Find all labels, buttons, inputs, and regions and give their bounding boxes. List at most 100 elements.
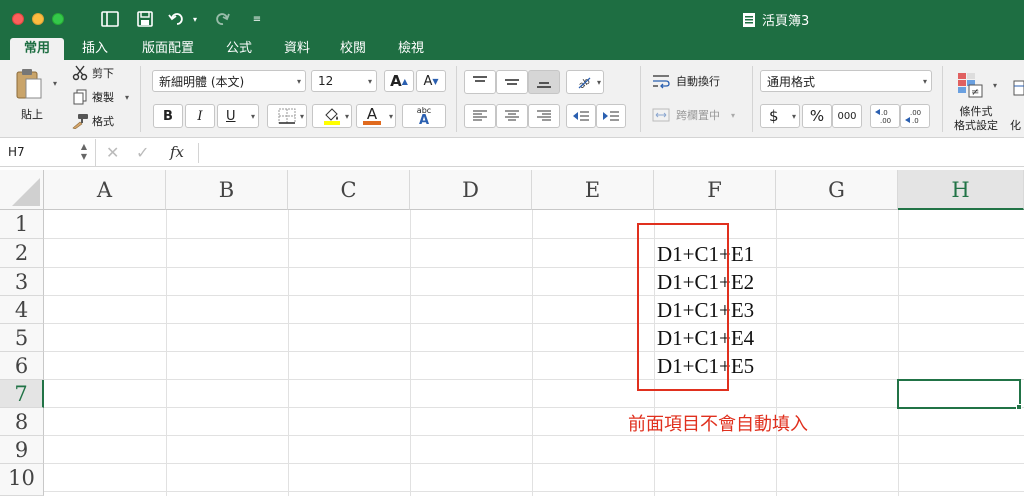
undo-dropdown-icon[interactable]: ▾ [190, 8, 200, 30]
conditional-format-icon[interactable]: ≠ [952, 68, 988, 102]
paste-label[interactable]: 貼上 [14, 106, 50, 122]
merge-center-dropdown-icon[interactable]: ▾ [728, 104, 738, 126]
undo-icon[interactable] [166, 8, 188, 30]
format-as-table-icon[interactable] [1012, 78, 1024, 98]
row-header-6[interactable]: 6 [0, 352, 44, 380]
name-box-stepper-icon[interactable]: ▲ ▼ [81, 142, 87, 162]
tab-data[interactable]: 資料 [274, 38, 320, 60]
tab-review[interactable]: 校閱 [330, 38, 376, 60]
conditional-format-label-line2[interactable]: 格式設定 [950, 118, 1002, 132]
font-name-select[interactable]: 新細明體 (本文) ▾ [152, 70, 306, 92]
window-title-text: 活頁簿3 [762, 14, 810, 29]
minimize-window-button[interactable] [32, 13, 44, 25]
fill-color-dropdown-icon: ▾ [344, 111, 349, 121]
scissors-icon[interactable] [70, 64, 90, 82]
tab-home[interactable]: 常用 [10, 38, 64, 60]
phonetic-button[interactable]: abc A [402, 104, 446, 128]
number-format-select[interactable]: 通用格式 ▾ [760, 70, 932, 92]
percent-button[interactable]: % [802, 104, 832, 128]
currency-button[interactable]: $ ▾ [760, 104, 800, 128]
italic-button[interactable]: I [185, 104, 215, 128]
merge-center-label[interactable]: 跨欄置中 [676, 104, 728, 126]
row-header-7[interactable]: 7 [0, 380, 44, 408]
font-size-dropdown-icon: ▾ [367, 76, 372, 86]
increase-decimal-button[interactable]: .0.00 [870, 104, 900, 128]
borders-button[interactable]: ▾ [267, 104, 307, 128]
align-center-button[interactable] [496, 104, 528, 128]
selected-cell-h7[interactable] [897, 379, 1021, 409]
row-header-3[interactable]: 3 [0, 268, 44, 296]
shrink-font-button[interactable]: A ▼ [416, 70, 446, 92]
copy-dropdown-icon[interactable]: ▾ [122, 88, 132, 106]
font-color-button[interactable]: A ▾ [356, 104, 396, 128]
column-header-d[interactable]: D [410, 170, 532, 210]
column-header-h[interactable]: H [898, 170, 1024, 210]
column-header-g[interactable]: G [776, 170, 898, 210]
redo-icon[interactable] [212, 8, 234, 30]
gridline [288, 210, 289, 496]
column-header-b[interactable]: B [166, 170, 288, 210]
comma-style-button[interactable]: 000 [832, 104, 862, 128]
format-painter-label[interactable]: 格式 [92, 112, 122, 130]
row-header-5[interactable]: 5 [0, 324, 44, 352]
column-header-c[interactable]: C [288, 170, 410, 210]
cut-label[interactable]: 剪下 [92, 64, 122, 82]
fill-handle[interactable] [1016, 404, 1022, 410]
merge-center-icon[interactable] [650, 104, 672, 126]
row-header-1[interactable]: 1 [0, 210, 44, 239]
increase-indent-button[interactable] [596, 104, 626, 128]
paste-dropdown-icon[interactable]: ▾ [50, 78, 60, 88]
copy-label[interactable]: 複製 [92, 88, 122, 106]
row-header-8[interactable]: 8 [0, 408, 44, 436]
close-window-button[interactable] [12, 13, 24, 25]
column-header-a[interactable]: A [44, 170, 166, 210]
save-icon[interactable] [133, 8, 157, 30]
copy-icon[interactable] [70, 88, 90, 106]
orientation-button[interactable]: ab ▾ [566, 70, 604, 94]
zoom-window-button[interactable] [52, 13, 64, 25]
align-top-button[interactable] [464, 70, 496, 94]
align-left-button[interactable] [464, 104, 496, 128]
format-painter-icon[interactable] [70, 112, 90, 130]
divider [456, 66, 457, 132]
tab-view[interactable]: 檢視 [388, 38, 434, 60]
row-header-9[interactable]: 9 [0, 436, 44, 464]
conditional-format-dropdown-icon[interactable]: ▾ [990, 80, 1000, 90]
column-header-e[interactable]: E [532, 170, 654, 210]
sidebar-toggle-icon[interactable] [98, 8, 122, 30]
paint-bucket-icon [324, 108, 340, 125]
row-header-2[interactable]: 2 [0, 239, 44, 268]
ribbon: ▾ 貼上 剪下 複製 ▾ 格式 新細明體 (本文) ▾ 12 ▾ A ▲ A ▼ B… [0, 60, 1024, 138]
insert-function-icon[interactable]: fx [170, 143, 184, 161]
row-header-4[interactable]: 4 [0, 296, 44, 324]
grow-font-button[interactable]: A ▲ [384, 70, 414, 92]
format-as-table-label[interactable]: 化 [1010, 118, 1024, 132]
tab-formulas[interactable]: 公式 [216, 38, 262, 60]
wrap-text-label[interactable]: 自動換行 [676, 70, 736, 92]
select-all-corner[interactable] [0, 170, 44, 210]
worksheet-grid[interactable]: A B C D E F G H 1 2 3 4 5 6 7 8 9 10 D1+… [0, 170, 1024, 496]
row-header-10[interactable]: 10 [0, 464, 44, 496]
fill-color-button[interactable]: ▾ [312, 104, 352, 128]
bold-button[interactable]: B [153, 104, 183, 128]
gridline [410, 210, 411, 496]
font-size-select[interactable]: 12 ▾ [311, 70, 377, 92]
tab-insert[interactable]: 插入 [72, 38, 118, 60]
decrease-indent-button[interactable] [566, 104, 596, 128]
enter-formula-icon[interactable]: ✓ [136, 143, 149, 162]
wrap-text-icon[interactable] [650, 70, 672, 92]
gridline [776, 210, 777, 496]
cancel-formula-icon[interactable]: ✕ [106, 143, 119, 162]
customize-toolbar-icon[interactable]: ≡ [250, 8, 264, 30]
column-header-f[interactable]: F [654, 170, 776, 210]
name-box[interactable]: H7 ▲ ▼ [0, 139, 96, 167]
paste-icon[interactable] [10, 64, 48, 104]
align-bottom-button[interactable] [528, 70, 560, 94]
formula-input[interactable] [206, 144, 1016, 162]
conditional-format-label-line1[interactable]: 條件式 [950, 104, 1002, 118]
align-middle-button[interactable] [496, 70, 528, 94]
decrease-decimal-button[interactable]: .00.0 [900, 104, 930, 128]
align-right-button[interactable] [528, 104, 560, 128]
tab-page-layout[interactable]: 版面配置 [130, 38, 206, 60]
underline-button[interactable]: U ▾ [217, 104, 259, 128]
